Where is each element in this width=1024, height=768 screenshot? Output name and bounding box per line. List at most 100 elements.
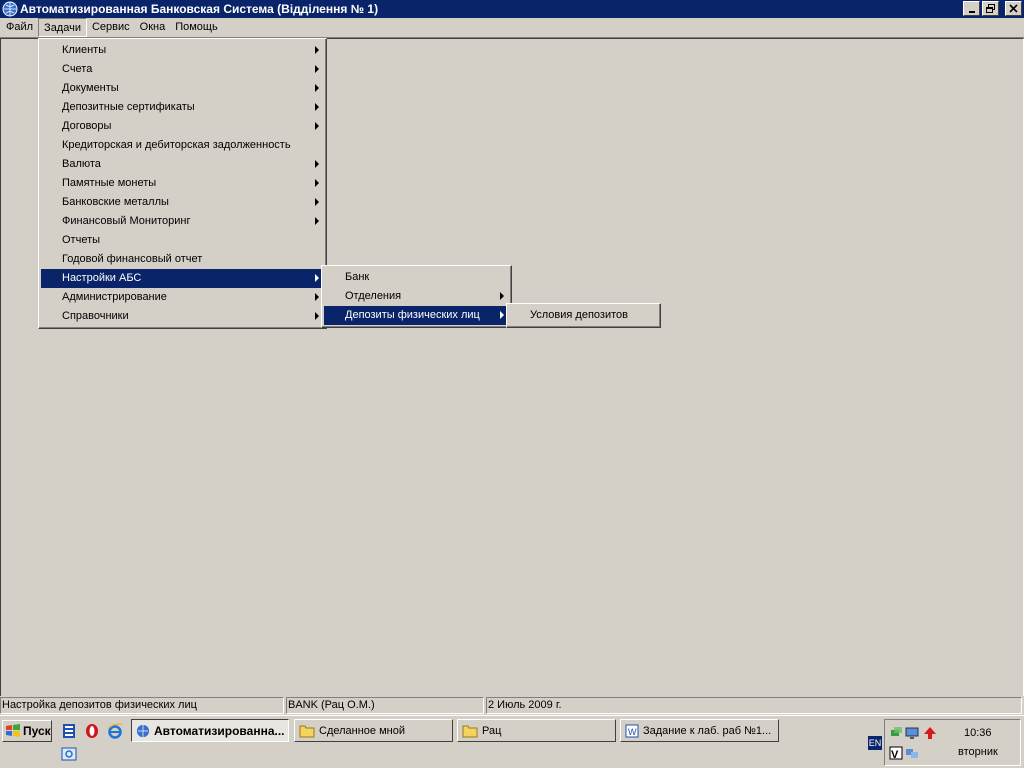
submenu-arrow-icon bbox=[315, 217, 319, 225]
network-icon[interactable] bbox=[889, 726, 903, 740]
monitor-icon[interactable] bbox=[905, 726, 919, 740]
menu-service[interactable]: Сервис bbox=[87, 18, 135, 37]
window-title: Автоматизированная Банковская Система (В… bbox=[20, 2, 379, 16]
submenu-arrow-icon bbox=[315, 160, 319, 168]
menu-item-label: Справочники bbox=[62, 310, 129, 322]
submenu-arrow-icon bbox=[315, 103, 319, 111]
menu-item-label: Депозиты физических лиц bbox=[345, 309, 480, 321]
menu-item-bank-metals[interactable]: Банковские металлы bbox=[41, 193, 324, 212]
menu-item-bank[interactable]: Банк bbox=[324, 268, 509, 287]
submenu-arrow-icon bbox=[500, 311, 504, 319]
menu-item-label: Счета bbox=[62, 63, 93, 75]
upload-arrow-icon[interactable] bbox=[923, 726, 937, 740]
menu-item-annual-report[interactable]: Годовой финансовый отчет bbox=[41, 250, 324, 269]
menu-item-receivables-payables[interactable]: Кредиторская и дебиторская задолженность bbox=[41, 136, 324, 155]
menu-item-currency[interactable]: Валюта bbox=[41, 155, 324, 174]
start-label: Пуск bbox=[23, 724, 51, 738]
system-tray: V bbox=[884, 719, 1021, 766]
taskbar: Пуск Автоматизированна... Сделанное мной… bbox=[0, 715, 1024, 768]
menu-item-label: Депозитные сертификаты bbox=[62, 101, 195, 113]
minimize-icon bbox=[968, 10, 975, 13]
abs-settings-submenu: Банк Отделения Депозиты физических лиц bbox=[321, 265, 512, 328]
menu-item-label: Настройки АБС bbox=[62, 272, 142, 284]
submenu-arrow-icon bbox=[315, 122, 319, 130]
minimize-button[interactable] bbox=[963, 1, 980, 16]
opera-icon[interactable] bbox=[84, 723, 100, 739]
language-indicator[interactable]: EN bbox=[868, 736, 882, 750]
taskbar-button-folder-rats[interactable]: Рац bbox=[457, 719, 616, 742]
menu-item-label: Банковские металлы bbox=[62, 196, 169, 208]
status-bar: Настройка депозитов физических лиц BANK … bbox=[0, 697, 1024, 715]
app-globe-icon bbox=[136, 724, 150, 737]
menu-file[interactable]: Файл bbox=[1, 18, 38, 37]
submenu-arrow-icon bbox=[315, 312, 319, 320]
submenu-arrow-icon bbox=[315, 293, 319, 301]
folder-icon bbox=[462, 725, 478, 737]
menu-item-label: Отчеты bbox=[62, 234, 101, 246]
status-user: BANK (Рац О.М.) bbox=[286, 697, 484, 714]
menu-item-label: Клиенты bbox=[62, 44, 107, 56]
menu-item-label: Документы bbox=[62, 82, 119, 94]
restore-button[interactable] bbox=[982, 1, 999, 16]
menu-item-label: Договоры bbox=[62, 120, 112, 132]
menu-item-commemorative-coins[interactable]: Памятные монеты bbox=[41, 174, 324, 193]
antivirus-icon[interactable]: V bbox=[889, 746, 903, 760]
menu-tasks[interactable]: Задачи bbox=[38, 18, 87, 37]
menu-item-financial-monitoring[interactable]: Финансовый Мониторинг bbox=[41, 212, 324, 231]
menu-item-abs-settings[interactable]: Настройки АБС bbox=[41, 269, 324, 288]
menu-bar: Файл Задачи Сервис Окна Помощь bbox=[0, 18, 1024, 38]
menu-item-clients[interactable]: Клиенты bbox=[41, 41, 324, 60]
menu-item-reports[interactable]: Отчеты bbox=[41, 231, 324, 250]
title-bar[interactable]: Автоматизированная Банковская Система (В… bbox=[0, 0, 1024, 18]
submenu-arrow-icon bbox=[315, 274, 319, 282]
deposits-submenu: Условия депозитов bbox=[506, 303, 661, 328]
taskbar-button-label: Рац bbox=[482, 724, 502, 737]
submenu-arrow-icon bbox=[315, 46, 319, 54]
menu-item-documents[interactable]: Документы bbox=[41, 79, 324, 98]
taskbar-button-abs[interactable]: Автоматизированна... bbox=[131, 719, 289, 742]
menu-item-administration[interactable]: Администрирование bbox=[41, 288, 324, 307]
taskbar-button-label: Сделанное мной bbox=[319, 724, 405, 737]
internet-explorer-icon[interactable] bbox=[107, 723, 123, 739]
windows-logo-icon bbox=[6, 724, 20, 737]
clock-time[interactable]: 10:36 bbox=[964, 727, 992, 739]
taskbar-button-label: Автоматизированна... bbox=[154, 723, 285, 738]
show-desktop-icon[interactable] bbox=[61, 746, 77, 762]
start-button[interactable]: Пуск bbox=[2, 720, 52, 742]
menu-item-label: Отделения bbox=[345, 290, 402, 302]
app-globe-icon bbox=[2, 1, 18, 17]
menu-item-label: Годовой финансовый отчет bbox=[62, 253, 203, 265]
menu-help[interactable]: Помощь bbox=[170, 18, 223, 37]
connection-icon[interactable] bbox=[905, 746, 919, 760]
taskbar-button-folder-done[interactable]: Сделанное мной bbox=[294, 719, 453, 742]
menu-item-deposit-certificates[interactable]: Депозитные сертификаты bbox=[41, 98, 324, 117]
close-icon bbox=[1009, 4, 1018, 13]
folder-icon bbox=[299, 725, 315, 737]
svg-text:V: V bbox=[891, 749, 899, 760]
menu-item-directories[interactable]: Справочники bbox=[41, 307, 324, 326]
menu-item-label: Валюта bbox=[62, 158, 101, 170]
menu-item-individual-deposits[interactable]: Депозиты физических лиц bbox=[324, 306, 509, 325]
menu-item-label: Финансовый Мониторинг bbox=[62, 215, 191, 227]
menu-item-label: Администрирование bbox=[62, 291, 167, 303]
menu-item-branches[interactable]: Отделения bbox=[324, 287, 509, 306]
close-button[interactable] bbox=[1005, 1, 1022, 16]
menu-item-accounts[interactable]: Счета bbox=[41, 60, 324, 79]
menu-item-label: Кредиторская и дебиторская задолженность bbox=[62, 139, 291, 151]
menu-item-contracts[interactable]: Договоры bbox=[41, 117, 324, 136]
tasks-menu: Клиенты Счета Документы Депозитные серти… bbox=[38, 38, 327, 329]
taskbar-button-word-doc[interactable]: W Задание к лаб. раб №1... bbox=[620, 719, 779, 742]
menu-item-label: Банк bbox=[345, 271, 370, 283]
menu-item-label: Памятные монеты bbox=[62, 177, 157, 189]
submenu-arrow-icon bbox=[315, 84, 319, 92]
menu-windows[interactable]: Окна bbox=[135, 18, 171, 37]
quicklaunch-app-icon[interactable] bbox=[61, 723, 77, 739]
word-document-icon: W bbox=[625, 724, 639, 737]
submenu-arrow-icon bbox=[500, 292, 504, 300]
submenu-arrow-icon bbox=[315, 65, 319, 73]
svg-text:W: W bbox=[628, 727, 637, 737]
menu-item-deposit-terms[interactable]: Условия депозитов bbox=[509, 306, 658, 325]
taskbar-button-label: Задание к лаб. раб №1... bbox=[643, 724, 772, 737]
clock-day: вторник bbox=[958, 746, 998, 758]
status-hint: Настройка депозитов физических лиц bbox=[0, 697, 284, 714]
